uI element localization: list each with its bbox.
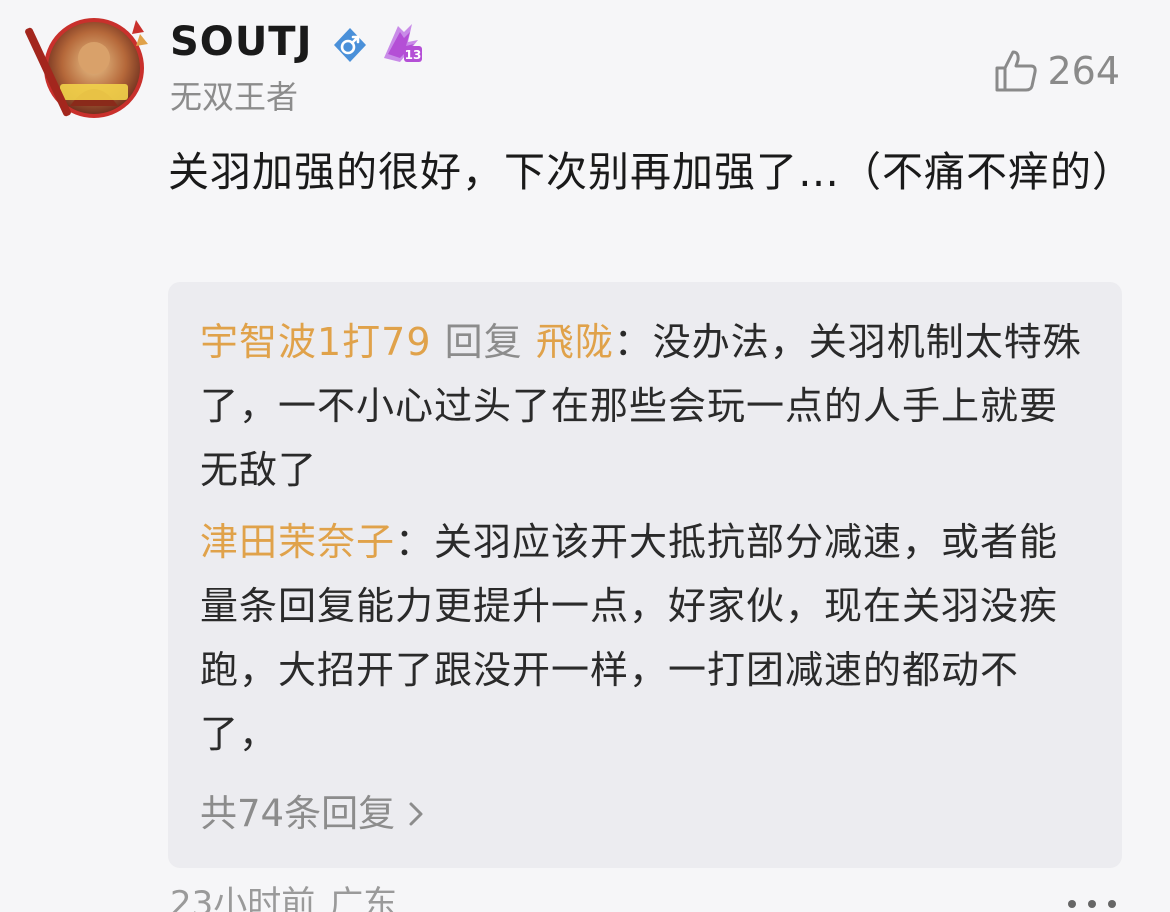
reply-target[interactable]: 飛陇 <box>536 320 614 364</box>
hero-avatar-icon[interactable] <box>25 14 148 122</box>
reply-word: 回复 <box>444 320 523 364</box>
like-button[interactable]: 264 <box>993 48 1120 94</box>
reply-author[interactable]: 宇智波1打79 <box>200 320 432 364</box>
comment-location: 广东 <box>329 884 398 912</box>
level-badge-icon: 13 <box>384 24 422 62</box>
more-dots-icon[interactable] <box>1062 894 1122 912</box>
more-replies-label: 共74条回复 <box>200 792 396 835</box>
reply-author[interactable]: 津田茉奈子 <box>200 520 395 564</box>
comment-card: SOUTJ 13 无双王者 264 关羽加强的很好，下次别再加强了…（不痛不痒的… <box>0 0 1170 912</box>
user-title: 无双王者 <box>170 78 299 116</box>
chevron-right-icon <box>409 802 423 826</box>
comment-time: 23小时前 <box>170 884 316 912</box>
level-number: 13 <box>405 48 422 62</box>
more-replies-link[interactable]: 共74条回复 <box>200 782 427 846</box>
like-count: 264 <box>1047 49 1120 93</box>
male-icon <box>334 28 366 62</box>
comment-text: 关羽加强的很好，下次别再加强了…（不痛不痒的） <box>168 148 1134 196</box>
reply-item[interactable]: 津田茉奈子：关羽应该开大抵抗部分减速，或者能量条回复能力更提升一点，好家伙，现在… <box>200 510 1090 766</box>
thumb-up-icon <box>995 50 1038 92</box>
comment-meta: 23小时前 广东 <box>170 880 397 912</box>
username[interactable]: SOUTJ <box>170 14 312 70</box>
reply-item[interactable]: 宇智波1打79 回复 飛陇：没办法，关羽机制太特殊了，一不小心过头了在那些会玩一… <box>200 310 1090 502</box>
reply-separator: ： <box>613 320 653 364</box>
reply-box[interactable]: 宇智波1打79 回复 飛陇：没办法，关羽机制太特殊了，一不小心过头了在那些会玩一… <box>168 282 1122 868</box>
reply-separator: ： <box>395 520 435 564</box>
